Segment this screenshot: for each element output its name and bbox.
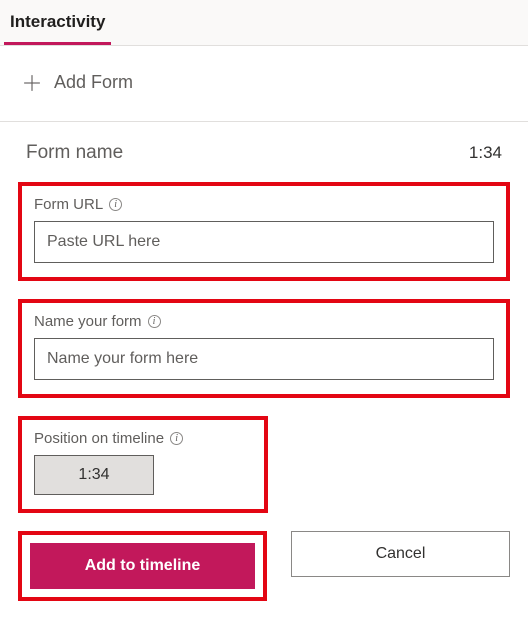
button-row: Add to timeline Cancel — [18, 531, 510, 601]
form-url-group: Form URL i — [18, 182, 510, 281]
divider — [0, 121, 528, 122]
form-url-label: Form URL — [34, 196, 103, 213]
primary-button-label: Add to timeline — [85, 557, 201, 575]
form-name-label-row: Name your form i — [34, 313, 494, 330]
position-group: Position on timeline i — [18, 416, 268, 513]
secondary-button-label: Cancel — [376, 545, 426, 563]
form-header-time: 1:34 — [469, 143, 502, 163]
position-label-row: Position on timeline i — [34, 430, 252, 447]
position-input[interactable] — [34, 455, 154, 495]
position-label: Position on timeline — [34, 430, 164, 447]
add-to-timeline-button[interactable]: Add to timeline — [30, 543, 255, 589]
form-name-title: Form name — [26, 142, 123, 164]
form-url-input[interactable] — [34, 221, 494, 263]
primary-button-wrap: Add to timeline — [18, 531, 267, 601]
form-name-group: Name your form i — [18, 299, 510, 398]
form-header-row: Form name 1:34 — [18, 142, 510, 182]
tab-interactivity[interactable]: Interactivity — [4, 0, 111, 45]
form-name-input[interactable] — [34, 338, 494, 380]
tab-label: Interactivity — [10, 12, 105, 31]
cancel-button[interactable]: Cancel — [291, 531, 510, 577]
info-icon[interactable]: i — [109, 198, 122, 211]
add-form-button[interactable]: Add Form — [18, 68, 510, 121]
plus-icon — [22, 73, 42, 93]
info-icon[interactable]: i — [148, 315, 161, 328]
add-form-label: Add Form — [54, 72, 133, 93]
form-name-label: Name your form — [34, 313, 142, 330]
panel-content: Add Form Form name 1:34 Form URL i Name … — [0, 46, 528, 629]
tab-bar: Interactivity — [0, 0, 528, 46]
form-url-label-row: Form URL i — [34, 196, 494, 213]
info-icon[interactable]: i — [170, 432, 183, 445]
